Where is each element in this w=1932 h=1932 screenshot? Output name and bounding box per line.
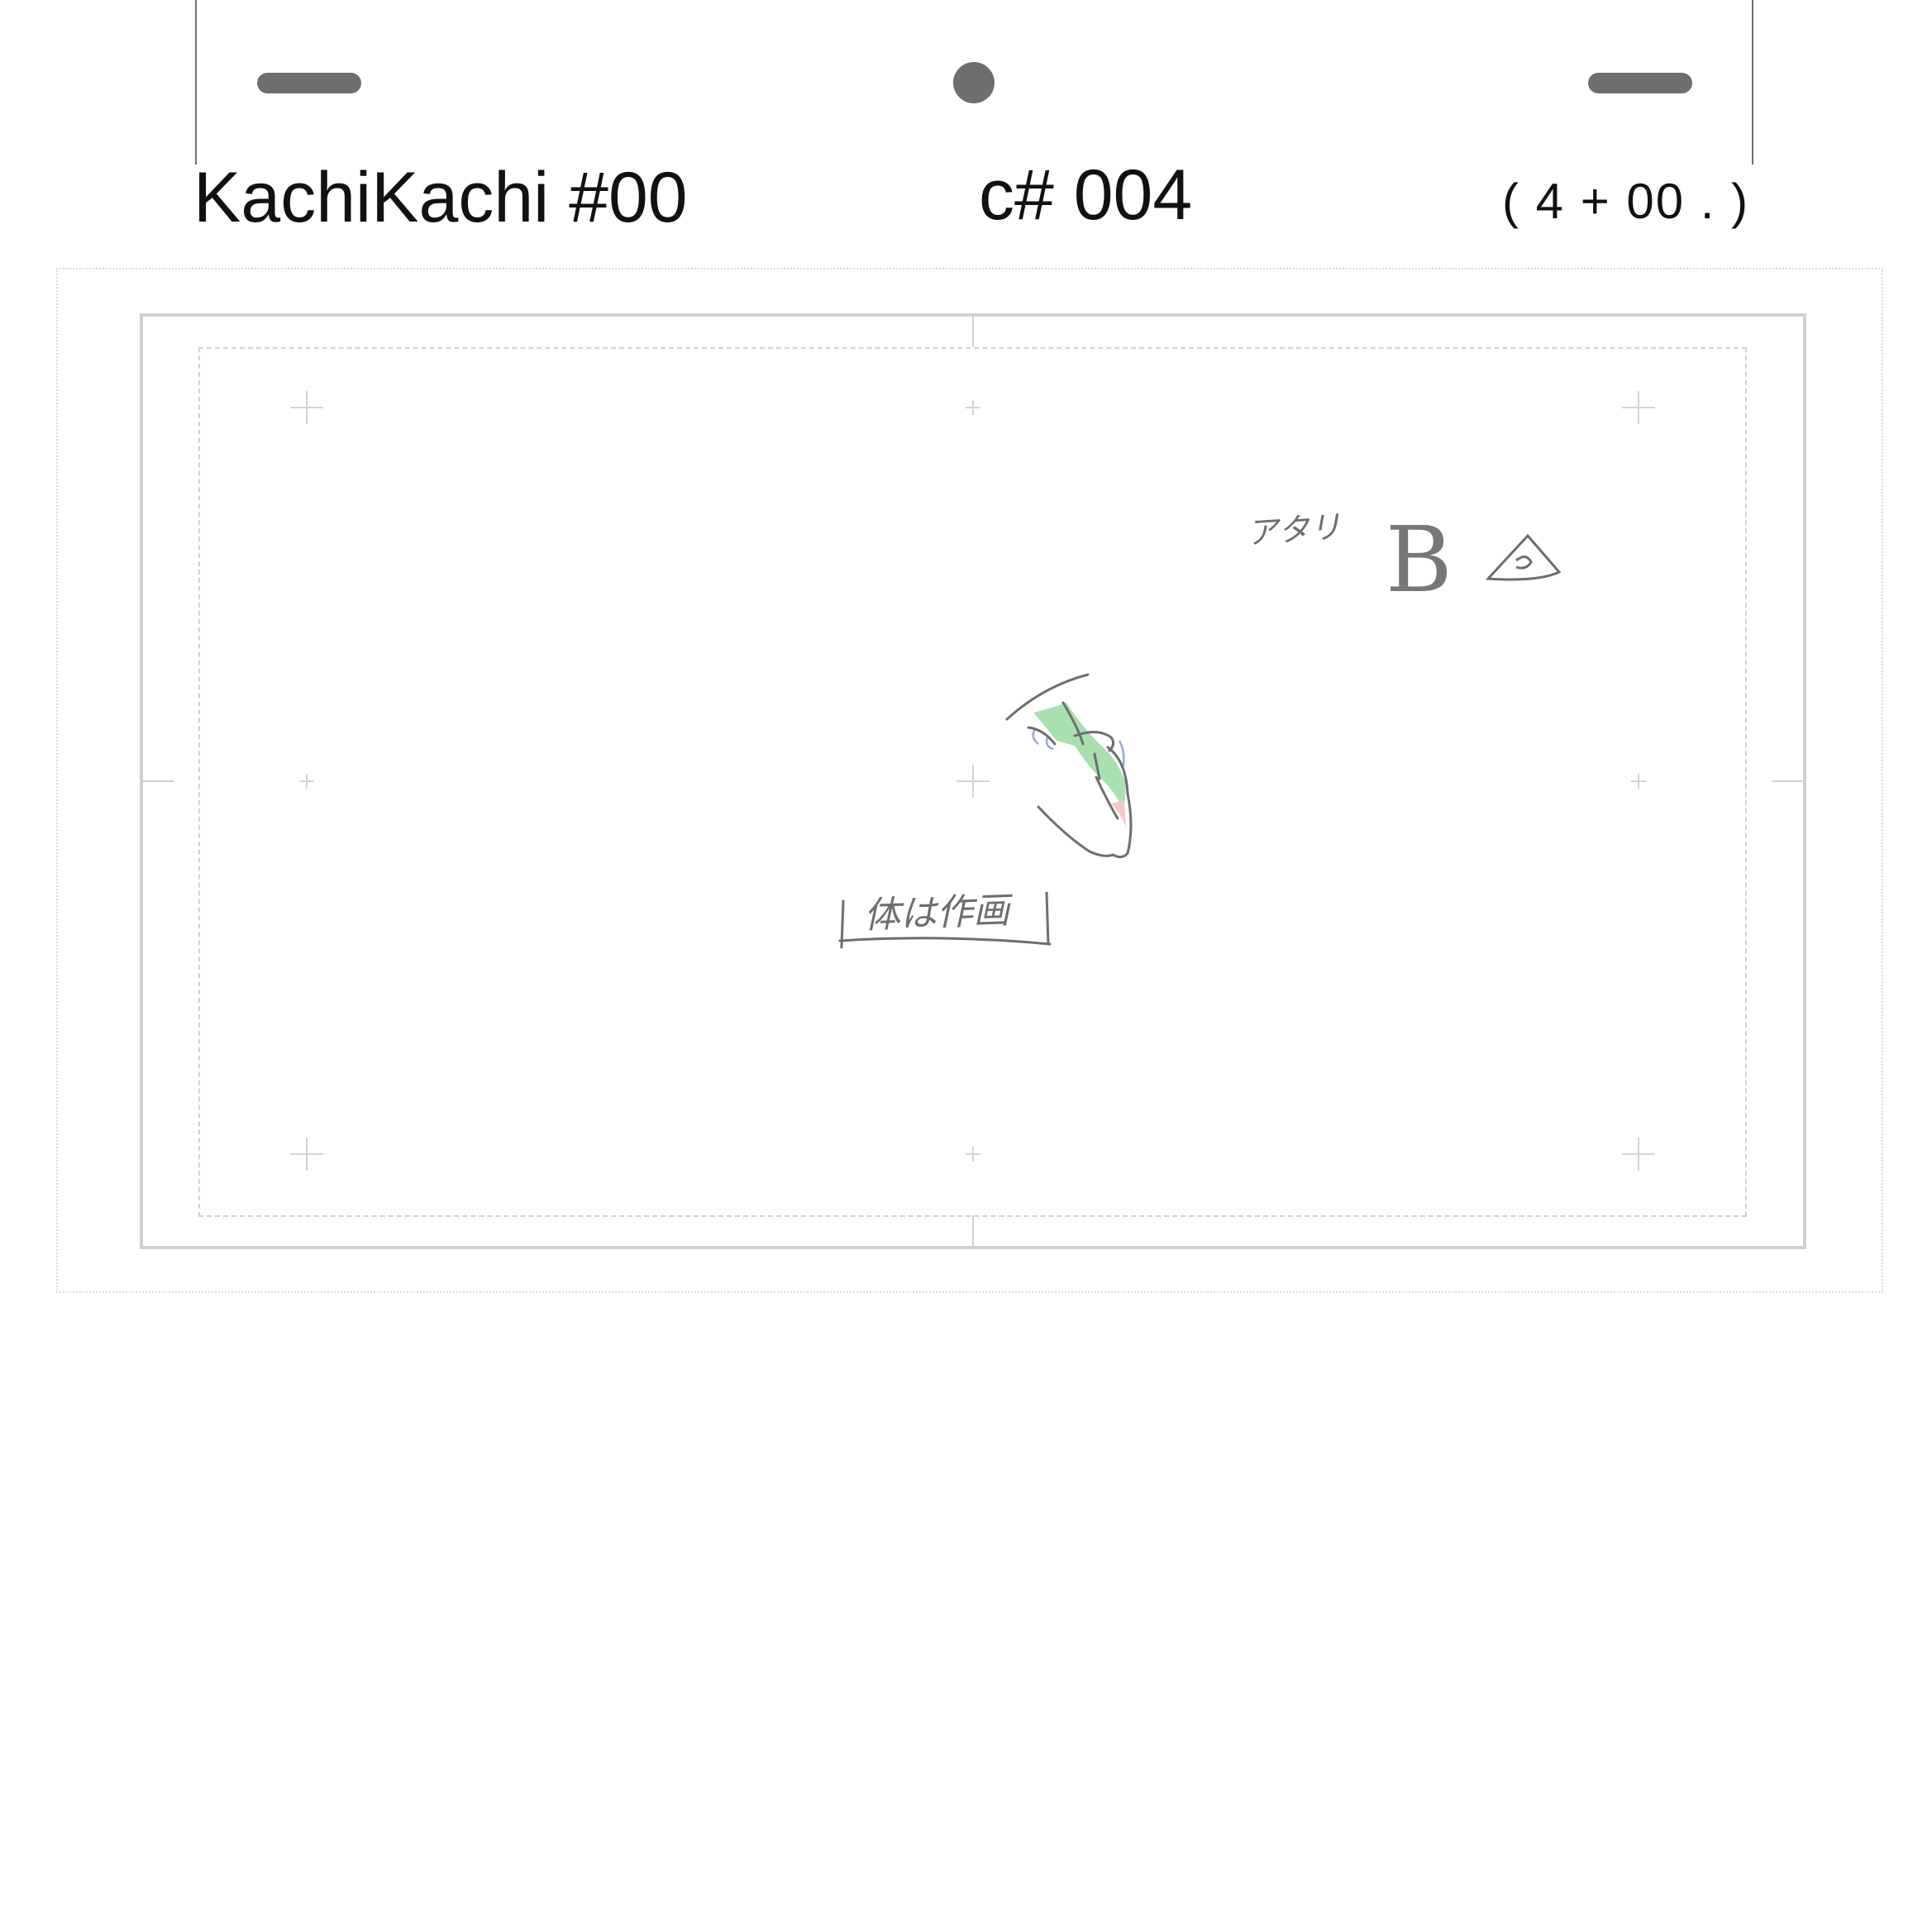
layout-sheet: KachiKachi #00 c# 004 ( 4 + 00 . ) アタリ B…: [0, 0, 1932, 1932]
crosshair-icon: [1622, 1138, 1655, 1171]
crosshair-icon: [966, 1147, 980, 1162]
crosshair-icon: [1631, 774, 1646, 789]
body-note: 体は作画: [863, 889, 1010, 937]
crosshair-icon: [1622, 391, 1655, 424]
atari-note: アタリ: [1245, 508, 1343, 551]
crosshair-icon: [290, 391, 323, 424]
crosshair-icon: [966, 400, 980, 415]
layer-letter: B: [1386, 507, 1453, 613]
crosshair-icon: [956, 765, 990, 798]
crosshair-icon: [299, 774, 314, 789]
character-sketch: [1005, 673, 1133, 859]
crosshair-icon: [290, 1138, 323, 1171]
triangle-mark-icon: [1485, 533, 1562, 581]
frame-marks-and-sketch: [141, 315, 1805, 1247]
